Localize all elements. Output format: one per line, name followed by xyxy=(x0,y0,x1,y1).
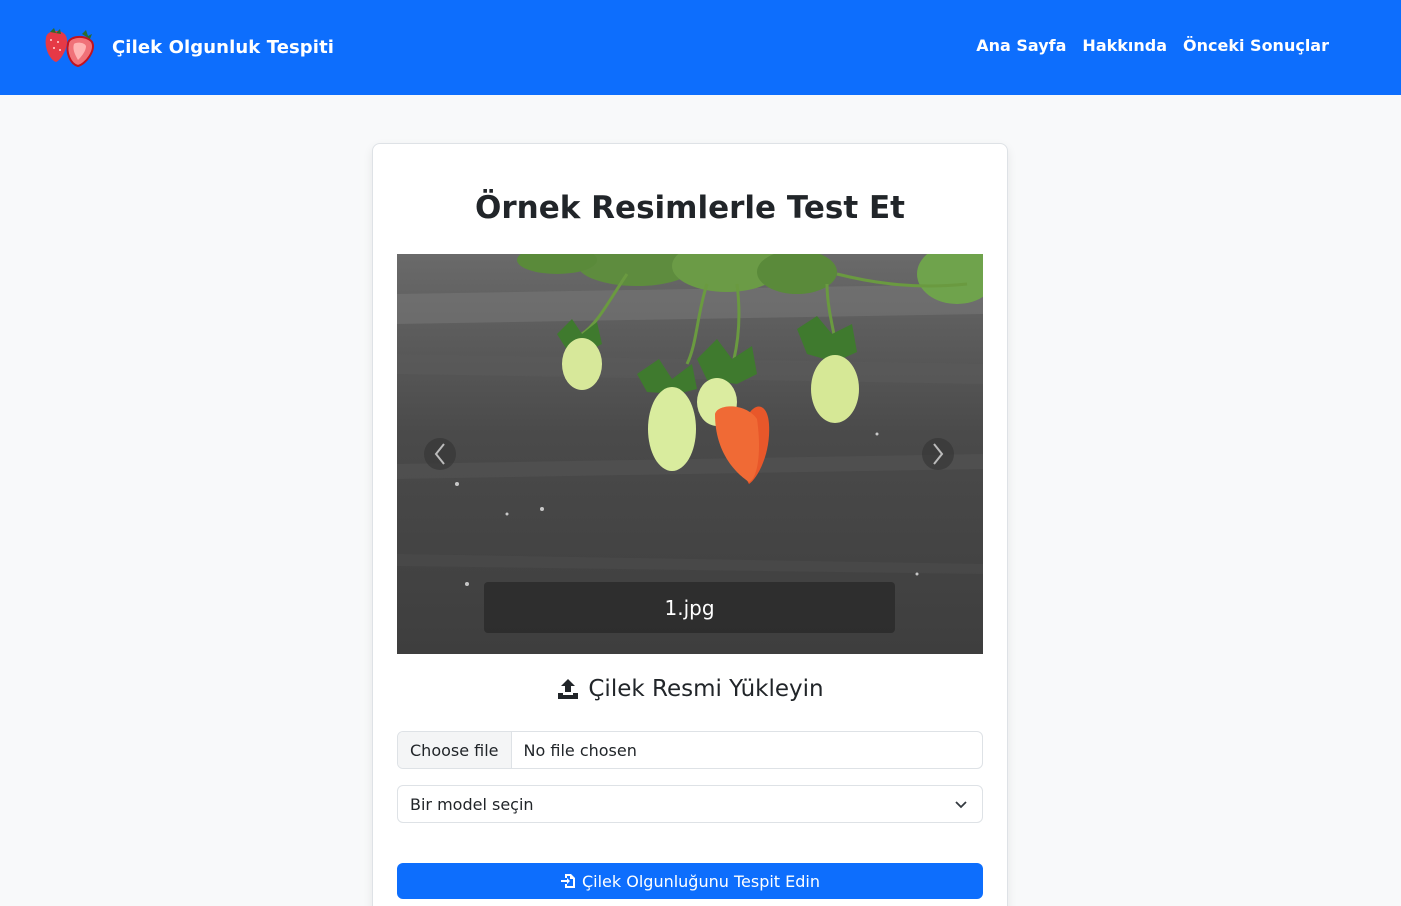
navbar: Çilek Olgunluk Tespiti Ana Sayfa Hakkınd… xyxy=(0,0,1401,95)
file-status: No file chosen xyxy=(523,740,637,760)
chevron-right-icon xyxy=(933,443,944,465)
choose-file-button[interactable]: Choose file xyxy=(398,732,512,768)
model-select[interactable]: Bir model seçin xyxy=(397,785,983,823)
page-title: Örnek Resimlerle Test Et xyxy=(475,190,905,226)
nav-links: Ana Sayfa Hakkında Önceki Sonuçlar xyxy=(976,36,1329,55)
nav-link-about[interactable]: Hakkında xyxy=(1082,36,1167,55)
nav-link-previous-results[interactable]: Önceki Sonuçlar xyxy=(1183,36,1329,55)
strawberry-logo-icon xyxy=(45,28,94,68)
chevron-left-icon xyxy=(434,443,445,465)
nav-link-home[interactable]: Ana Sayfa xyxy=(976,36,1066,55)
chevron-down-icon xyxy=(955,801,967,809)
upload-heading-text: Çilek Resmi Yükleyin xyxy=(588,676,824,702)
brand-link[interactable]: Çilek Olgunluk Tespiti xyxy=(40,26,334,68)
file-import-icon xyxy=(560,874,575,888)
carousel-caption: 1.jpg xyxy=(484,582,895,633)
upload-heading: Çilek Resmi Yükleyin xyxy=(372,676,1008,702)
detect-ripeness-label: Çilek Olgunluğunu Tespit Edin xyxy=(581,871,821,891)
model-select-value: Bir model seçin xyxy=(410,794,534,814)
carousel-prev-button[interactable] xyxy=(424,438,456,470)
sample-image-carousel[interactable]: 1.jpg xyxy=(397,254,983,654)
carousel-next-button[interactable] xyxy=(922,438,954,470)
brand-title: Çilek Olgunluk Tespiti xyxy=(112,36,335,58)
detect-ripeness-button[interactable]: Çilek Olgunluğunu Tespit Edin xyxy=(397,863,983,899)
upload-icon xyxy=(558,679,579,699)
file-input[interactable]: Choose file No file chosen xyxy=(397,731,983,769)
